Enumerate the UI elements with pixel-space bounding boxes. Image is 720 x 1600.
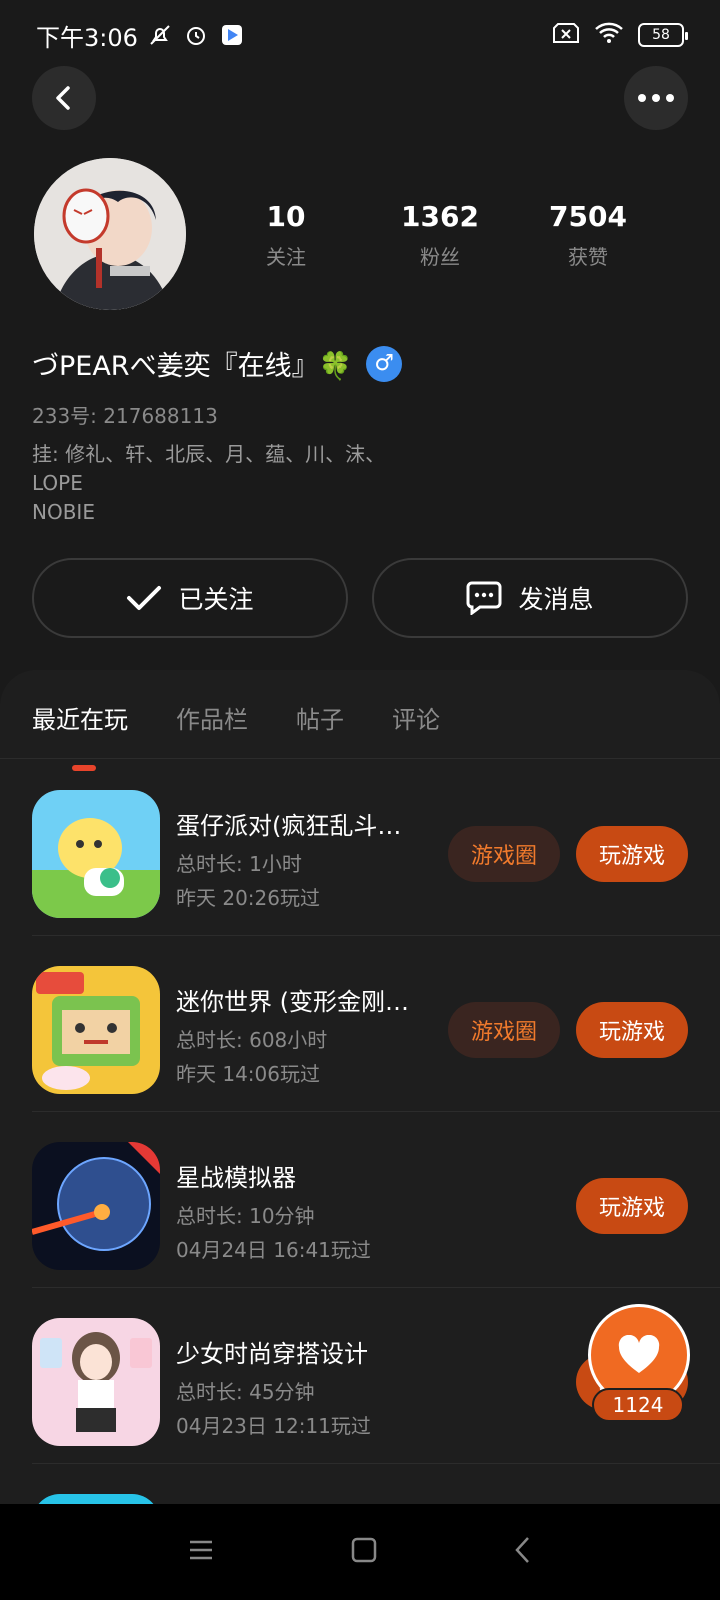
play-store-icon xyxy=(218,21,246,49)
tab-comments[interactable]: 评论 xyxy=(392,700,440,735)
game-title: 少女时尚穿搭设计 xyxy=(176,1340,368,1368)
male-icon: ♂ xyxy=(366,345,403,382)
wifi-icon xyxy=(594,21,624,49)
stat-fans[interactable]: 1362 粉丝 xyxy=(370,200,510,270)
game-duration: 总时长: 45分钟 xyxy=(176,1380,315,1404)
tab-label: 最近在玩 xyxy=(32,706,128,734)
follow-button[interactable]: 已关注 xyxy=(32,558,348,638)
game-title: 蛋仔派对(疯狂乱斗… xyxy=(176,812,402,840)
alarm-icon xyxy=(182,21,210,49)
play-game-button[interactable]: 玩游戏 xyxy=(576,826,688,882)
tab-divider xyxy=(0,758,720,759)
tab-works[interactable]: 作品栏 xyxy=(176,700,248,735)
like-count: 1124 xyxy=(592,1388,684,1422)
tab-bar: 最近在玩 作品栏 帖子 评论 xyxy=(32,700,440,771)
follow-label: 已关注 xyxy=(178,585,254,614)
game-duration: 总时长: 10分钟 xyxy=(176,1204,315,1228)
more-button[interactable] xyxy=(624,66,688,130)
back-nav-icon[interactable] xyxy=(514,1536,532,1568)
game-circle-button[interactable]: 游戏圈 xyxy=(448,826,560,882)
sim-off-icon xyxy=(552,22,580,48)
game-last-played: 昨天 20:26玩过 xyxy=(176,886,320,910)
message-button[interactable]: 发消息 xyxy=(372,558,688,638)
stat-following[interactable]: 10 关注 xyxy=(216,200,356,270)
game-row[interactable]: 蛋仔派对(疯狂乱斗… 总时长: 1小时 昨天 20:26玩过 游戏圈 玩游戏 xyxy=(0,760,720,936)
tab-posts[interactable]: 帖子 xyxy=(296,700,344,735)
user-id: 233号: 217688113 xyxy=(32,404,218,428)
battery-indicator: 58 xyxy=(638,23,688,47)
game-row[interactable]: 迷你世界 (变形金刚… 总时长: 608小时 昨天 14:06玩过 游戏圈 玩游… xyxy=(0,936,720,1112)
stat-value: 1362 xyxy=(401,200,479,233)
game-icon[interactable] xyxy=(32,790,160,918)
stat-label: 粉丝 xyxy=(420,245,460,269)
game-duration: 总时长: 1小时 xyxy=(176,852,302,876)
bell-muted-icon xyxy=(146,21,174,49)
stat-label: 获赞 xyxy=(568,245,608,269)
game-last-played: 04月23日 12:11玩过 xyxy=(176,1414,371,1438)
avatar[interactable] xyxy=(34,158,186,310)
home-icon[interactable] xyxy=(351,1537,377,1567)
game-duration: 总时长: 608小时 xyxy=(176,1028,328,1052)
system-nav-bar xyxy=(0,1504,720,1600)
username-row: づPEARべ姜奕『在线』🍀 ♂ xyxy=(32,344,403,383)
game-icon[interactable] xyxy=(32,1318,160,1446)
game-title: 迷你世界 (变形金刚… xyxy=(176,988,409,1016)
tab-label: 作品栏 xyxy=(176,706,248,734)
tab-recent-played[interactable]: 最近在玩 xyxy=(32,700,128,771)
tab-label: 帖子 xyxy=(296,706,344,734)
heart-icon xyxy=(618,1335,660,1373)
back-button[interactable] xyxy=(32,66,96,130)
status-bar: 下午3:06 58 xyxy=(0,0,720,70)
stat-value: 7504 xyxy=(549,200,627,233)
more-dots-icon xyxy=(638,94,674,102)
game-last-played: 04月24日 16:41玩过 xyxy=(176,1238,371,1262)
stat-label: 关注 xyxy=(266,245,306,269)
game-icon[interactable] xyxy=(32,1142,160,1270)
play-game-button[interactable]: 玩游戏 xyxy=(576,1002,688,1058)
checkmark-icon xyxy=(127,586,162,610)
stat-value: 10 xyxy=(266,200,306,233)
stat-likes[interactable]: 7504 获赞 xyxy=(518,200,658,270)
menu-icon[interactable] xyxy=(188,1539,214,1565)
game-icon[interactable] xyxy=(32,966,160,1094)
game-row[interactable]: 星战模拟器 总时长: 10分钟 04月24日 16:41玩过 玩游戏 xyxy=(0,1112,720,1288)
game-circle-button[interactable]: 游戏圈 xyxy=(448,1002,560,1058)
username: づPEARべ姜奕『在线』🍀 xyxy=(32,351,353,382)
game-title: 星战模拟器 xyxy=(176,1164,296,1192)
message-label: 发消息 xyxy=(518,585,594,614)
chat-bubble-icon xyxy=(466,581,502,615)
chevron-left-icon xyxy=(56,86,70,110)
play-game-button[interactable]: 玩游戏 xyxy=(576,1178,688,1234)
bio: 挂: 修礼、轩、北辰、月、蕴、川、沫、 LOPE NOBIE xyxy=(32,442,386,524)
game-last-played: 昨天 14:06玩过 xyxy=(176,1062,320,1086)
status-time: 下午3:06 xyxy=(36,23,138,52)
tab-label: 评论 xyxy=(392,706,440,734)
